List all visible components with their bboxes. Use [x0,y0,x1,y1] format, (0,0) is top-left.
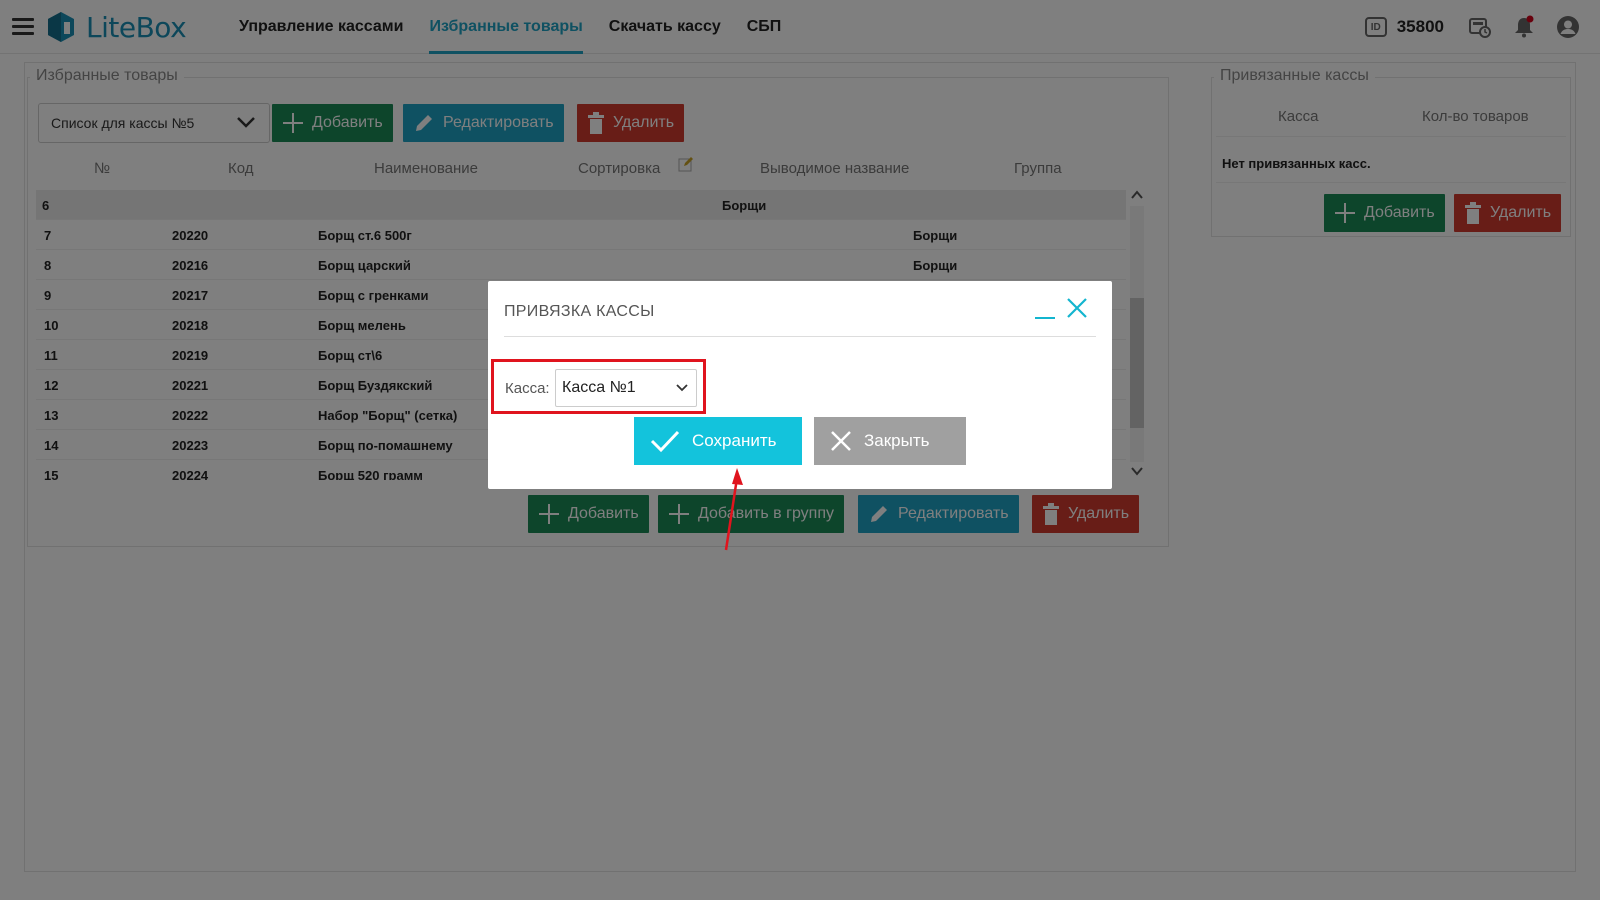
close-icon[interactable] [1066,297,1088,319]
close-button[interactable]: Закрыть [814,417,966,465]
highlight-box [491,359,706,414]
dialog-divider [504,336,1096,337]
check-icon [650,429,680,453]
close-label: Закрыть [864,431,930,450]
link-register-dialog: ПРИВЯЗКА КАССЫ Касса: Касса №1 Сохранить… [488,281,1112,489]
save-label: Сохранить [692,431,777,450]
minimize-icon[interactable] [1034,298,1056,320]
close-icon [830,430,852,452]
dialog-title: ПРИВЯЗКА КАССЫ [504,303,655,320]
save-button[interactable]: Сохранить [634,417,802,465]
